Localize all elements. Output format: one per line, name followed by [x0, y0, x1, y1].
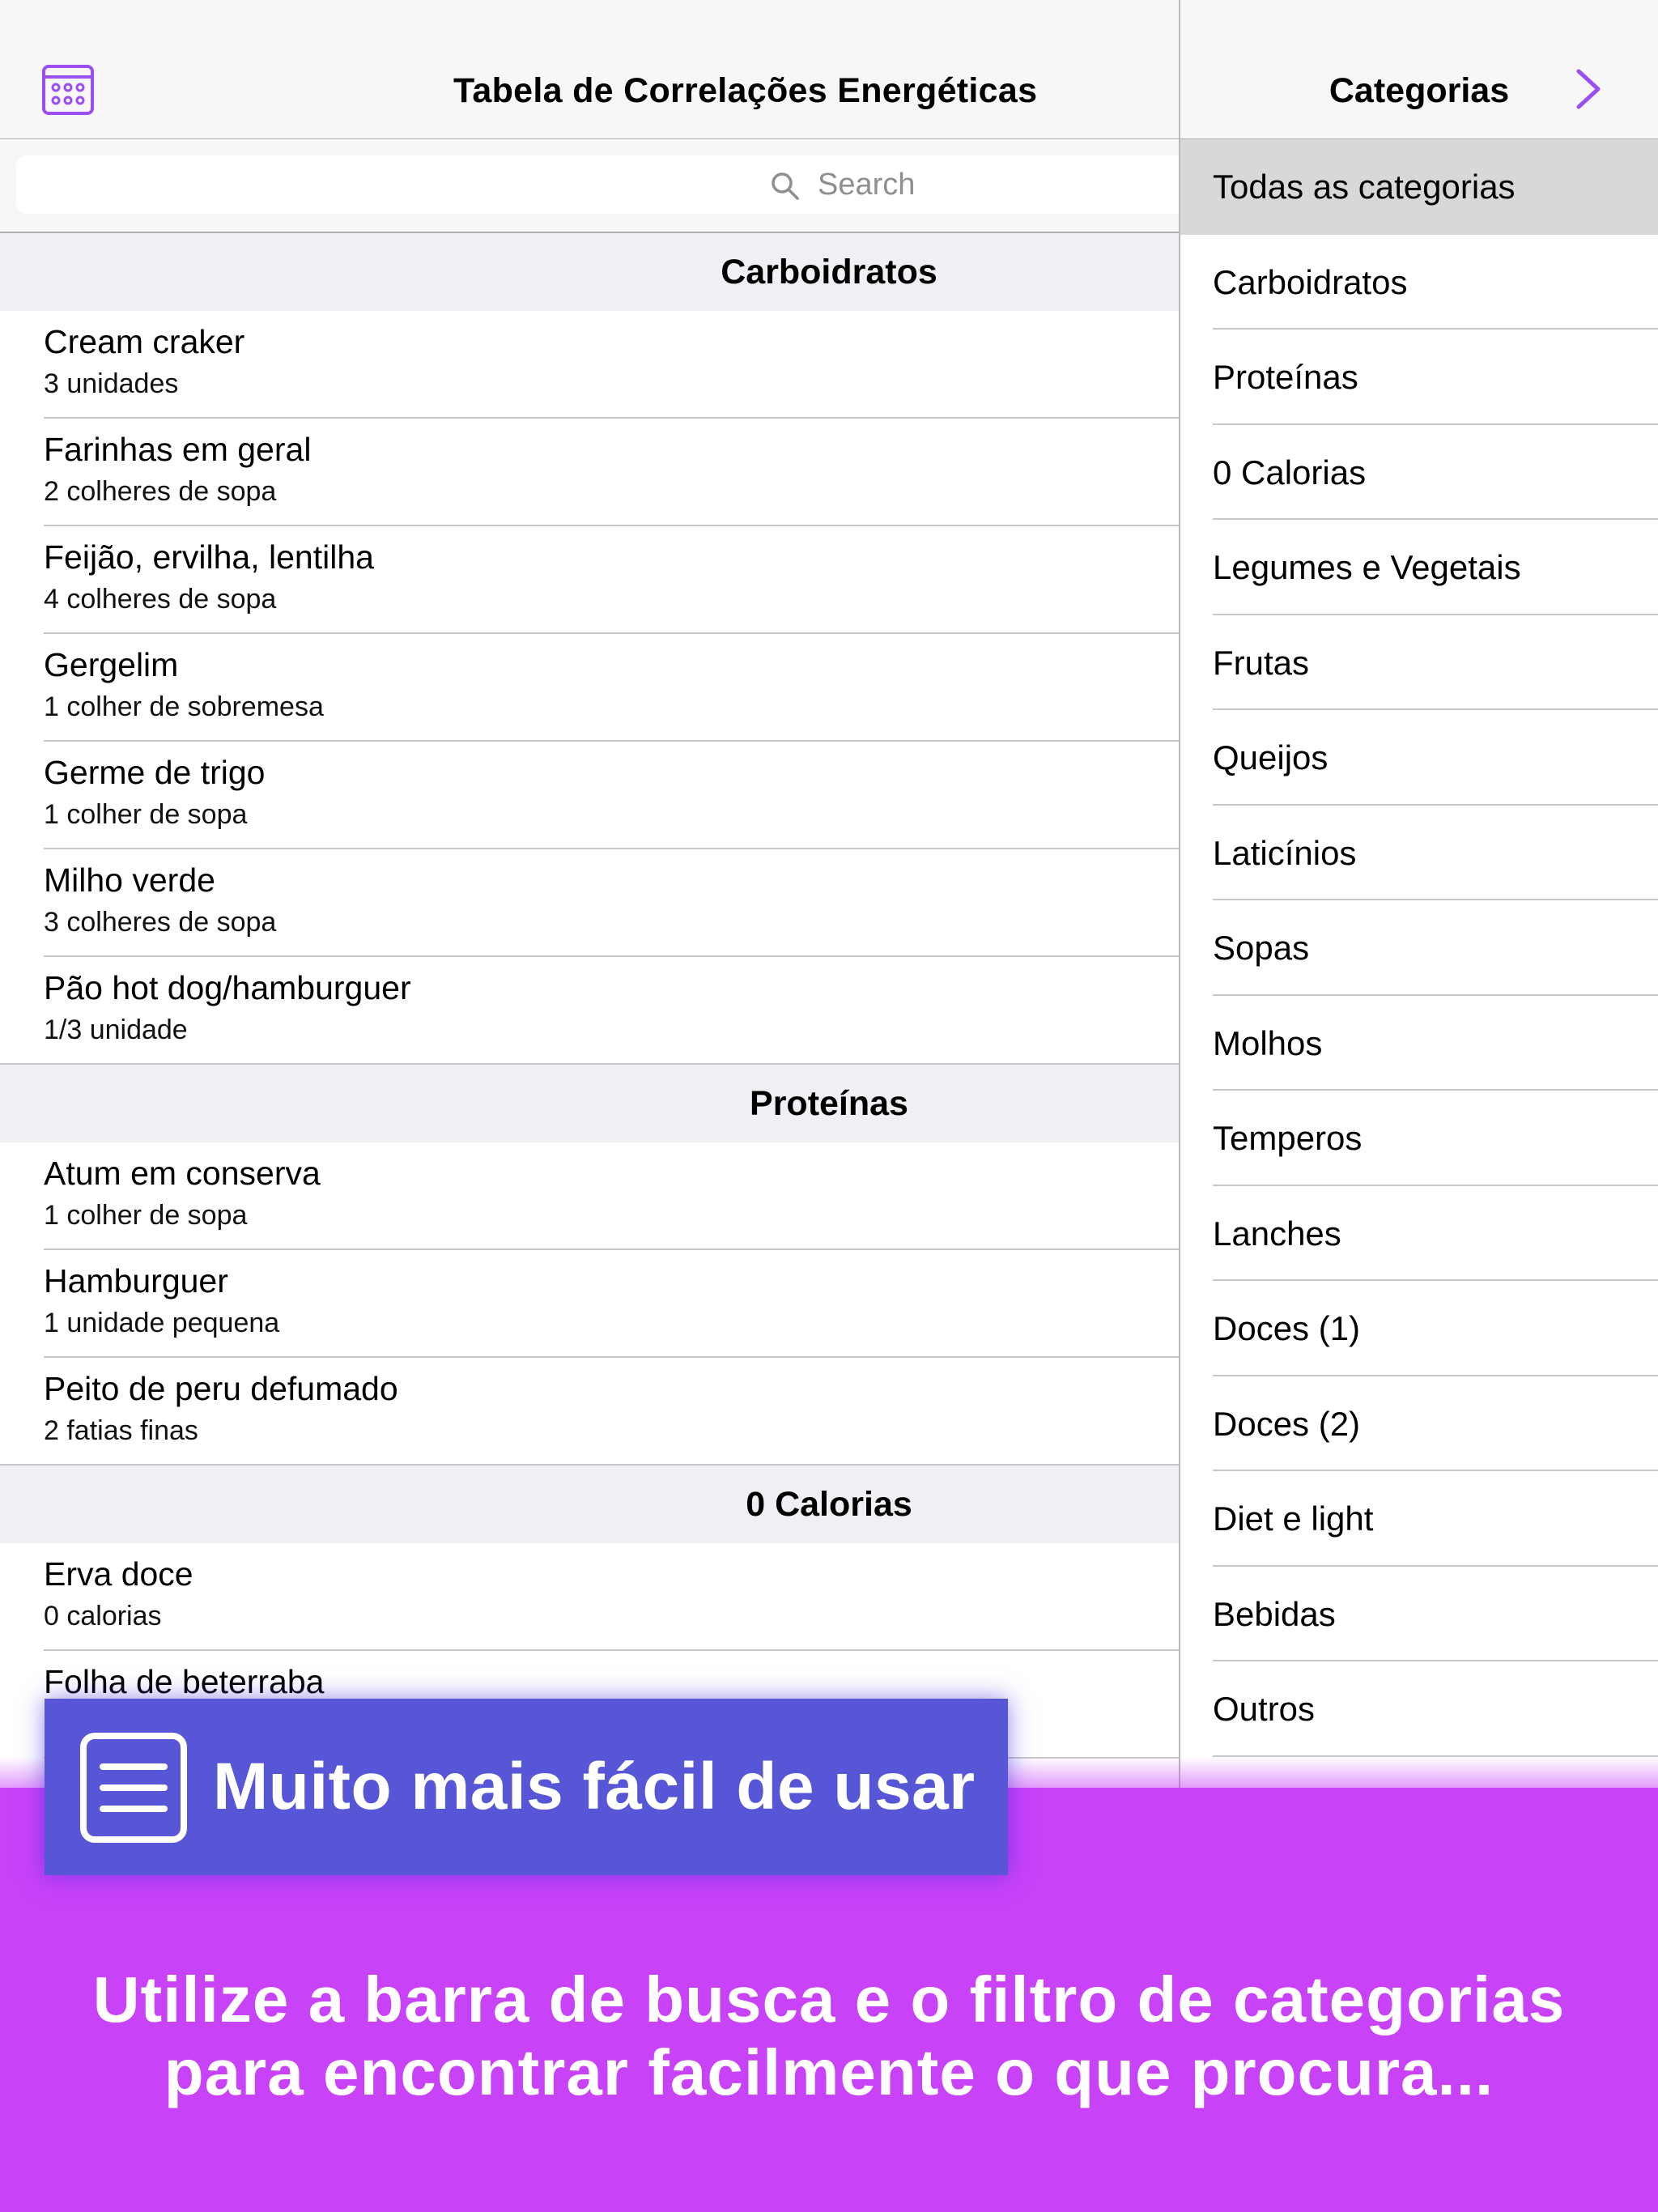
table-row[interactable]: Milho verde 3 colheres de sopa [0, 849, 1179, 957]
category-label: Queijos [1213, 738, 1329, 776]
category-item-outros[interactable]: Outros [1180, 1661, 1658, 1757]
food-portion: 1 colher de sobremesa [44, 691, 324, 722]
search-icon [772, 172, 799, 200]
table-row[interactable]: Farinhas em geral 2 colheres de sopa [0, 419, 1179, 526]
category-item-molhos[interactable]: Molhos [1180, 996, 1658, 1091]
table-row[interactable]: Peito de peru defumado 2 fatias finas [0, 1358, 1179, 1465]
category-item-diet-light[interactable]: Diet e light [1180, 1471, 1658, 1567]
document-list-icon [80, 1733, 187, 1843]
food-name: Hamburguer [44, 1262, 228, 1300]
category-item-carboidratos[interactable]: Carboidratos [1180, 235, 1658, 330]
food-name: Farinhas em geral [44, 431, 312, 468]
food-portion: 3 colheres de sopa [44, 907, 277, 938]
promo-banner: Muito mais fácil de usar [45, 1699, 1008, 1875]
category-item-laticinios[interactable]: Laticínios [1180, 806, 1658, 901]
category-item-sopas[interactable]: Sopas [1180, 900, 1658, 996]
food-name: Gergelim [44, 646, 179, 683]
category-item-todas[interactable]: Todas as categorias [1180, 139, 1658, 235]
category-label: Todas as categorias [1213, 168, 1516, 206]
category-label: Doces (1) [1213, 1309, 1361, 1347]
category-label: Frutas [1213, 643, 1310, 682]
table-row[interactable]: Germe de trigo 1 colher de sopa [0, 742, 1179, 849]
category-label: Proteínas [1213, 358, 1358, 396]
table-row[interactable]: Hamburguer 1 unidade pequena [0, 1250, 1179, 1358]
table-row[interactable]: Pão hot dog/hamburguer 1/3 unidade [0, 957, 1179, 1065]
category-label: Laticínios [1213, 833, 1357, 872]
table-row[interactable]: Feijão, ervilha, lentilha 4 colheres de s… [0, 526, 1179, 634]
table-row[interactable]: Gergelim 1 colher de sobremesa [0, 634, 1179, 742]
category-label: Temperos [1213, 1119, 1363, 1157]
food-name: Pão hot dog/hamburguer [44, 969, 411, 1006]
food-name: Erva doce [44, 1555, 193, 1593]
section-header: Proteínas [0, 1065, 1179, 1142]
category-label: Bebidas [1213, 1594, 1336, 1633]
category-item-legumes[interactable]: Legumes e Vegetais [1180, 520, 1658, 615]
promo-subtitle-line-2: para encontrar facilmente o que procura.… [164, 2036, 1494, 2108]
category-label: Carboidratos [1213, 262, 1408, 301]
food-table: Carboidratos Cream craker 3 unidades Fari… [0, 233, 1179, 1759]
food-portion: 1 colher de sopa [44, 1200, 248, 1231]
category-item-lanches[interactable]: Lanches [1180, 1186, 1658, 1282]
category-label: Diet e light [1213, 1499, 1374, 1538]
food-name: Feijão, ervilha, lentilha [44, 538, 374, 576]
food-name: Germe de trigo [44, 754, 266, 791]
category-label: Molhos [1213, 1023, 1323, 1062]
food-portion: 3 unidades [44, 368, 179, 399]
promo-subtitle: Utilize a barra de busca e o filtro de c… [0, 1963, 1658, 2109]
category-item-proteinas[interactable]: Proteínas [1180, 330, 1658, 425]
category-label: Doces (2) [1213, 1404, 1361, 1443]
search-bar: Search [0, 139, 1179, 233]
food-name: Cream craker [44, 323, 245, 360]
category-label: Outros [1213, 1690, 1316, 1728]
search-input[interactable]: Search [16, 155, 1179, 214]
category-item-bebidas[interactable]: Bebidas [1180, 1567, 1658, 1662]
food-portion: 1/3 unidade [44, 1015, 188, 1045]
chevron-right-icon[interactable] [1572, 65, 1605, 113]
food-name: Milho verde [44, 861, 215, 899]
category-label: 0 Calorias [1213, 453, 1367, 491]
food-name: Atum em conserva [44, 1155, 321, 1192]
category-label: Sopas [1213, 929, 1310, 967]
table-row[interactable]: Cream craker 3 unidades [0, 311, 1179, 419]
category-item-temperos[interactable]: Temperos [1180, 1091, 1658, 1186]
category-label: Legumes e Vegetais [1213, 548, 1521, 586]
food-portion: 1 unidade pequena [44, 1308, 280, 1338]
section-header: Carboidratos [0, 233, 1179, 311]
promo-subtitle-line-1: Utilize a barra de busca e o filtro de c… [92, 1963, 1566, 2035]
category-item-doces-1[interactable]: Doces (1) [1180, 1281, 1658, 1376]
page-title: Tabela de Correlações Energéticas [453, 71, 1038, 110]
category-item-frutas[interactable]: Frutas [1180, 615, 1658, 711]
navigation-bar: Tabela de Correlações Energéticas [0, 0, 1179, 140]
table-row[interactable]: Atum em conserva 1 colher de sopa [0, 1142, 1179, 1250]
food-portion: 1 colher de sopa [44, 799, 248, 830]
food-portion: 4 colheres de sopa [44, 584, 277, 615]
search-placeholder: Search [818, 168, 916, 202]
section-header: 0 Calorias [0, 1465, 1179, 1543]
food-portion: 2 colheres de sopa [44, 476, 277, 507]
category-item-queijos[interactable]: Queijos [1180, 710, 1658, 806]
food-portion: 2 fatias finas [44, 1415, 198, 1446]
calendar-grid-icon[interactable] [40, 62, 97, 118]
category-item-0-calorias[interactable]: 0 Calorias [1180, 425, 1658, 521]
table-row[interactable]: Erva doce 0 calorias [0, 1543, 1179, 1651]
category-label: Lanches [1213, 1214, 1341, 1253]
categories-navigation-bar: Categorias [1180, 0, 1658, 140]
category-item-doces-2[interactable]: Doces (2) [1180, 1376, 1658, 1472]
category-list: Todas as categorias Carboidratos Proteín… [1180, 139, 1658, 1757]
food-name: Peito de peru defumado [44, 1370, 398, 1407]
food-name: Folha de beterraba [44, 1663, 325, 1700]
food-portion: 0 calorias [44, 1601, 162, 1631]
promo-heading: Muito mais fácil de usar [213, 1750, 976, 1823]
